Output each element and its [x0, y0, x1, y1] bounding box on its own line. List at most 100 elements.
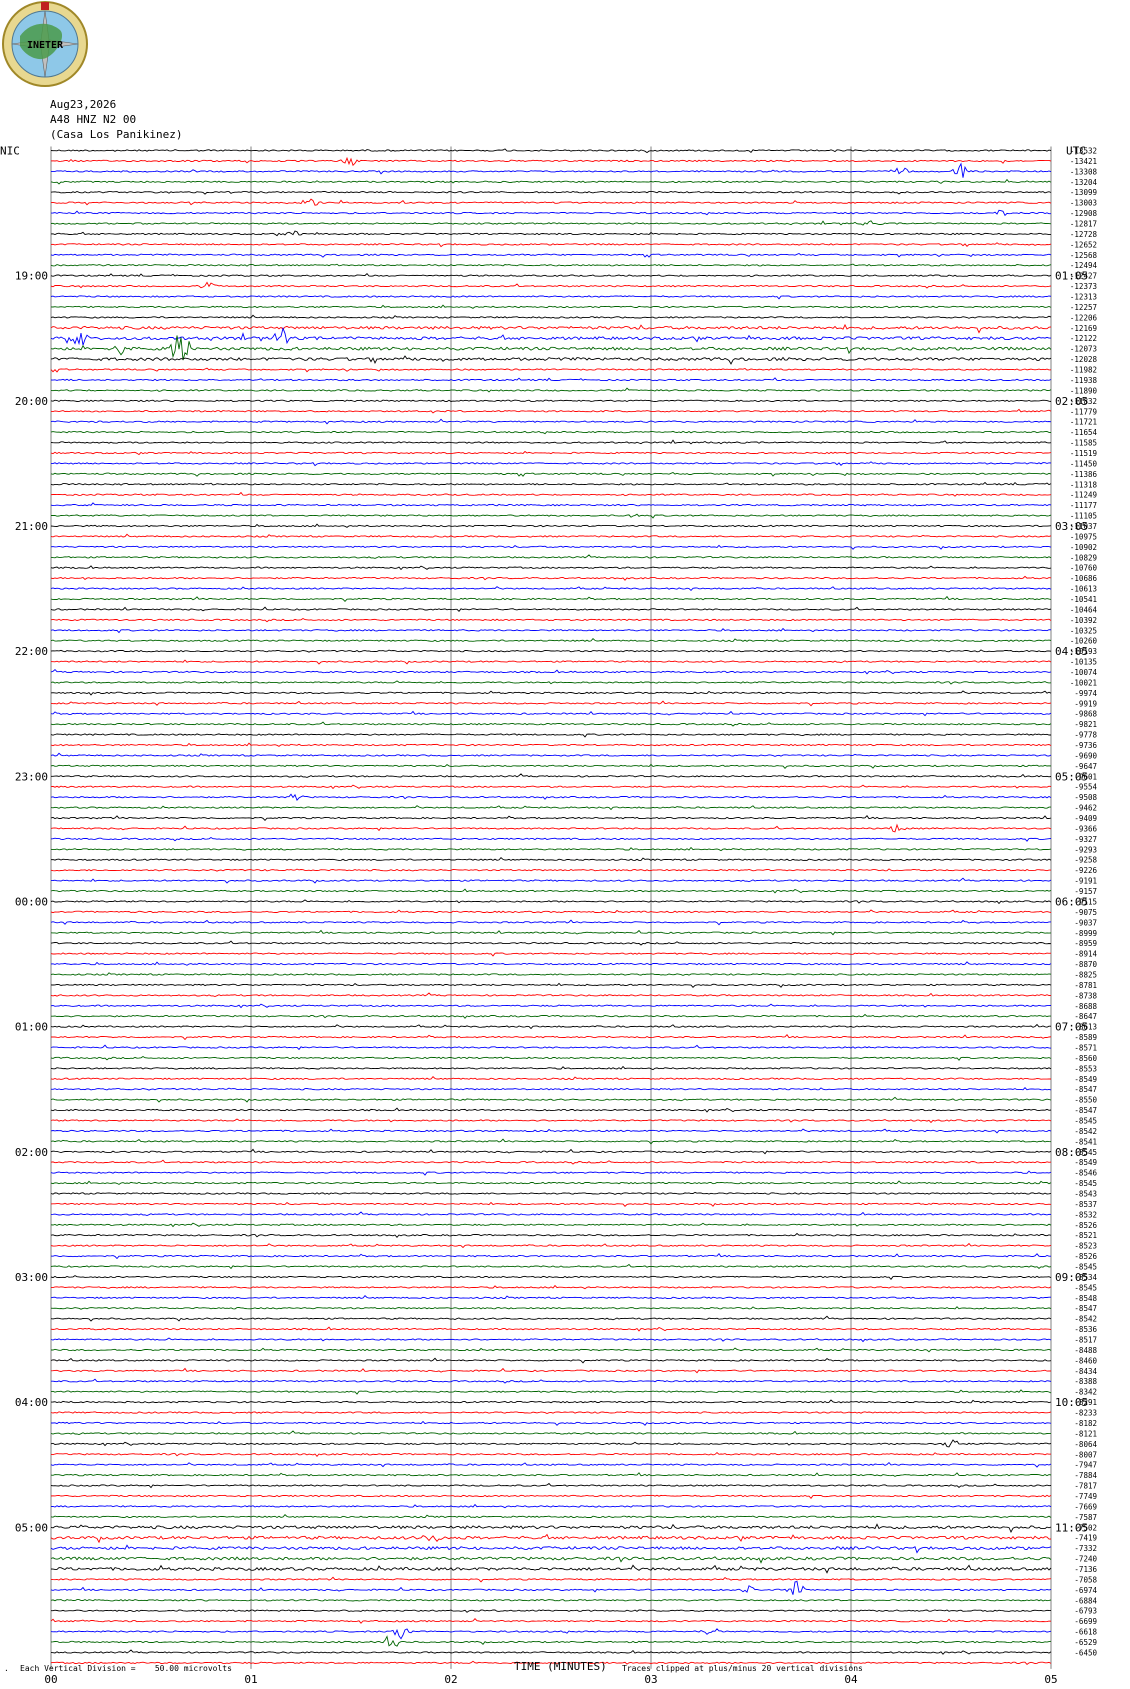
trace-line: [50, 1580, 1052, 1595]
trace-line: [50, 418, 1052, 425]
trace-line: [50, 1065, 1052, 1071]
trace-line: [50, 281, 1052, 289]
row-count-label: -6450: [1074, 1648, 1097, 1657]
row-count-label: -7947: [1074, 1461, 1097, 1470]
trace-line: [50, 399, 1052, 403]
trace-line: [50, 1128, 1052, 1134]
trace-line: [50, 637, 1052, 642]
row-count-label: -10686: [1070, 574, 1098, 583]
right-zone-label: UTC: [1066, 145, 1086, 158]
trace-line: [50, 1055, 1052, 1061]
row-count-label: -9462: [1074, 804, 1097, 813]
row-count-label: -9868: [1074, 710, 1097, 719]
row-count-label: -9075: [1074, 908, 1097, 917]
row-count-label: -9821: [1074, 720, 1097, 729]
left-hour-label: 22:00: [15, 645, 48, 658]
left-hour-label: 03:00: [15, 1271, 48, 1284]
trace-line: [50, 1023, 1051, 1030]
row-count-label: -12122: [1070, 334, 1097, 343]
row-count-label: -8870: [1074, 960, 1097, 969]
row-count-label: -8543: [1074, 1190, 1097, 1199]
trace-line: [50, 877, 1052, 884]
trace-line: [50, 972, 1052, 976]
trace-line: [50, 314, 1052, 319]
trace-line: [50, 733, 1051, 738]
row-count-label: -8007: [1074, 1450, 1097, 1459]
left-hour-label: 00:00: [15, 895, 48, 908]
row-count-label: -11654: [1070, 428, 1098, 437]
trace-line: [50, 752, 1052, 757]
row-count-label: -9226: [1074, 866, 1097, 875]
row-count-label: -8233: [1074, 1409, 1097, 1418]
row-count-label: -8546: [1074, 1169, 1097, 1178]
trace-line: [50, 627, 1052, 634]
row-count-label: -8537: [1074, 1200, 1097, 1209]
row-count-label: -11318: [1070, 480, 1098, 489]
row-count-label: -9366: [1074, 824, 1097, 833]
trace-line: [50, 1472, 1052, 1477]
row-count-label: -8517: [1074, 1336, 1097, 1345]
right-hour-label: 04:05: [1055, 645, 1088, 658]
right-hour-label: 08:05: [1055, 1146, 1088, 1159]
x-tick-label: 05: [1044, 1673, 1057, 1686]
right-hour-label: 11:05: [1055, 1521, 1088, 1534]
trace-line: [50, 1544, 1052, 1554]
trace-line: [50, 1389, 1052, 1395]
trace-line: [50, 690, 1052, 696]
trace-line: [50, 919, 1051, 926]
trace-line: [50, 533, 1052, 538]
trace-line: [50, 156, 1052, 167]
row-count-label: -7058: [1074, 1575, 1097, 1584]
trace-line: [50, 252, 1052, 258]
trace-line: [50, 1503, 1052, 1509]
right-hour-label: 07:05: [1055, 1021, 1088, 1034]
trace-line: [50, 1523, 1052, 1534]
trace-line: [50, 805, 1051, 811]
row-count-label: -13421: [1070, 157, 1097, 166]
row-count-label: -8121: [1074, 1429, 1097, 1438]
trace-line: [50, 823, 1052, 833]
row-count-label: -13308: [1070, 167, 1098, 176]
trace-line: [50, 387, 1052, 393]
row-count-label: -7817: [1074, 1482, 1097, 1491]
row-count-label: -10613: [1070, 585, 1097, 594]
trace-line: [50, 1118, 1052, 1124]
trace-line: [50, 1148, 1052, 1155]
row-count-label: -10760: [1070, 564, 1098, 573]
row-count-label: -8182: [1074, 1419, 1097, 1428]
row-count-label: -13099: [1070, 188, 1097, 197]
trace-line: [51, 1033, 1052, 1041]
row-count-label: -8532: [1074, 1210, 1097, 1219]
row-count-label: -12817: [1070, 220, 1097, 229]
row-count-label: -8545: [1074, 1283, 1097, 1292]
row-count-label: -12028: [1070, 355, 1098, 364]
row-count-label: -7749: [1074, 1492, 1097, 1501]
trace-line: [50, 1087, 1052, 1091]
row-count-label: -7240: [1074, 1555, 1097, 1564]
row-count-label: -10392: [1070, 616, 1097, 625]
row-count-label: -7419: [1074, 1534, 1097, 1543]
row-count-label: -8914: [1074, 950, 1097, 959]
row-count-label: -10074: [1070, 668, 1098, 677]
trace-line: [51, 1378, 1052, 1384]
trace-line: [50, 586, 1052, 592]
row-count-label: -12568: [1070, 251, 1098, 260]
row-count-label: -10541: [1070, 595, 1097, 604]
row-count-label: -11249: [1070, 491, 1097, 500]
x-tick-label: 04: [844, 1673, 858, 1686]
trace-line: [50, 909, 1052, 914]
row-count-label: -8688: [1074, 1002, 1097, 1011]
seismogram-plot: 00 01 02 03 04 05-13532-13421-13308-13204-130…: [0, 145, 1098, 1686]
trace-line: [50, 1191, 1052, 1195]
row-count-label: -11982: [1070, 366, 1097, 375]
row-count-label: -8560: [1074, 1054, 1097, 1063]
trace-line: [50, 304, 1052, 309]
seismic-traces: [50, 148, 1052, 1666]
row-count-label: -10975: [1070, 532, 1097, 541]
trace-line: [50, 1564, 1052, 1574]
trace-line: [50, 439, 1052, 445]
trace-line: [50, 1576, 1052, 1583]
row-count-label: -8521: [1074, 1231, 1097, 1240]
row-count-label: -8488: [1074, 1346, 1097, 1355]
trace-line: [50, 961, 1052, 966]
